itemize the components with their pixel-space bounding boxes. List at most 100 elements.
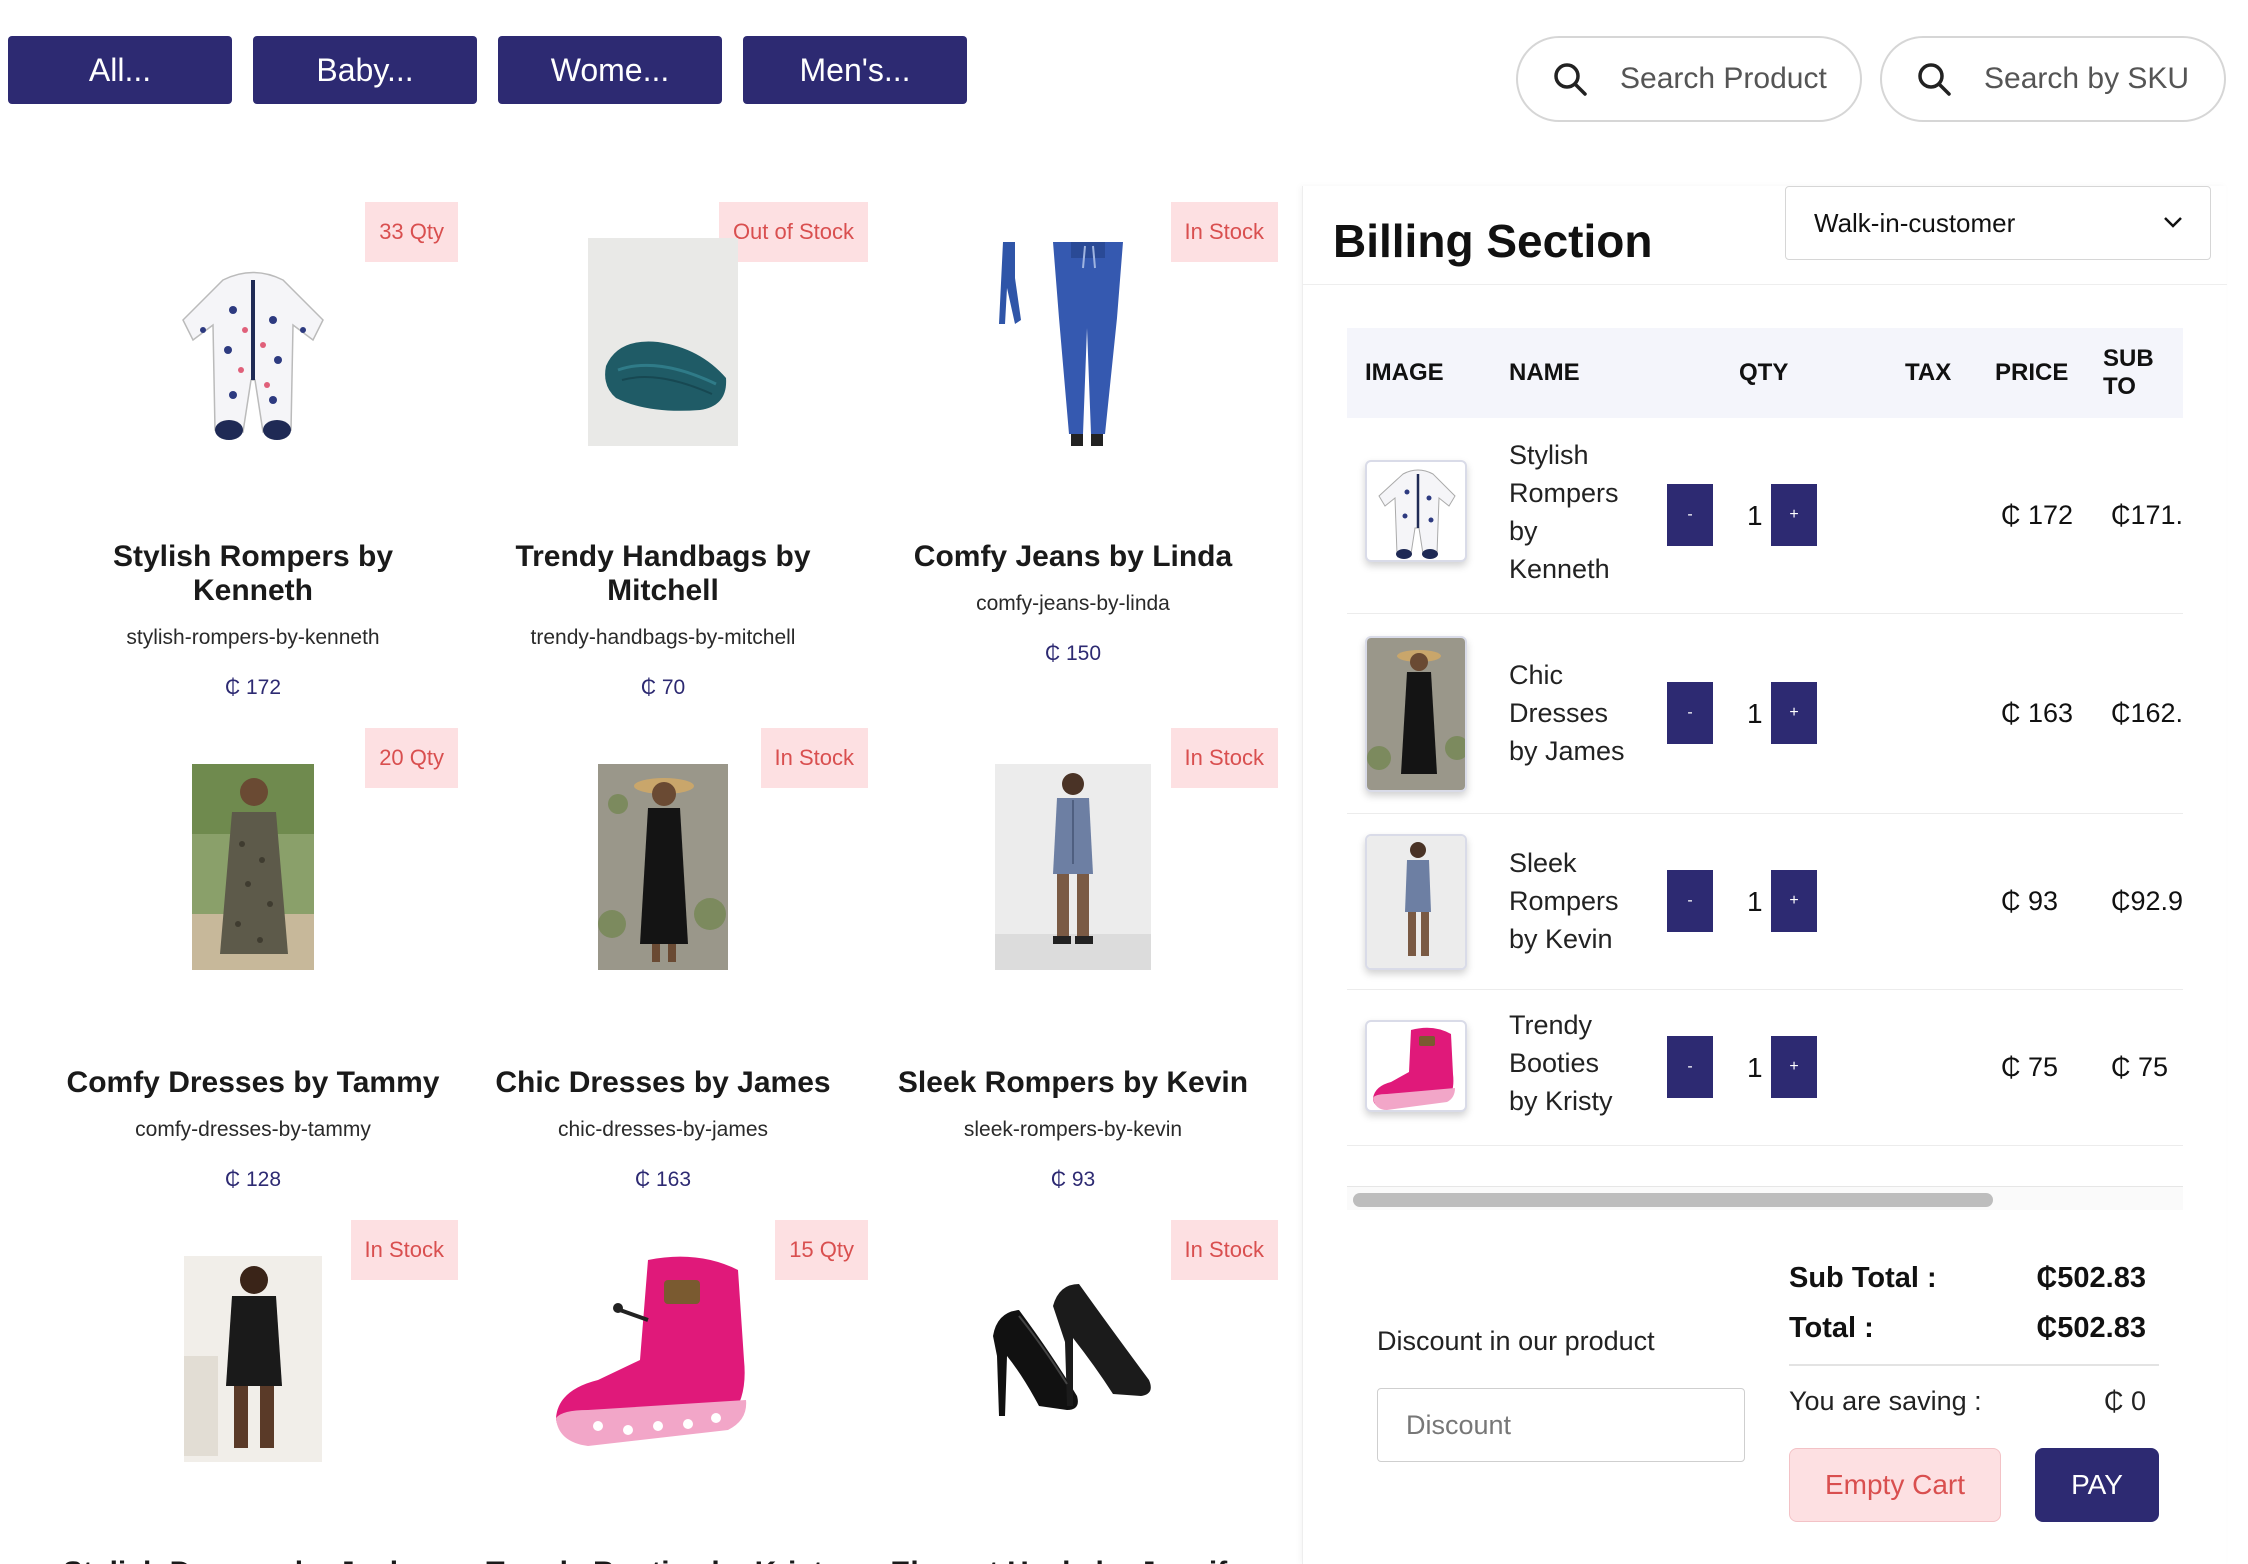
search-product-placeholder: Search Product	[1620, 62, 1827, 95]
category-tab-all[interactable]: All...	[8, 36, 232, 104]
product-slug: comfy-dresses-by-tammy	[135, 1118, 371, 1141]
product-title-line1: Stylish Rompers by	[112, 540, 394, 573]
product-card[interactable]: In Stock Sleek Rompers by Kevin sleek-ro…	[868, 728, 1278, 1198]
stock-badge: In Stock	[1170, 202, 1278, 262]
product-card[interactable]: 20 Qty Comfy Dresses by Tammy comfy-dres…	[48, 728, 458, 1198]
cart-table: IMAGE NAME QTY TAX PRICE SUB TO Stylish R…	[1347, 328, 2183, 1206]
product-image	[598, 764, 728, 970]
product-card[interactable]: In Stock Elegant Heels by Jennifer	[868, 1220, 1278, 1564]
product-title-line2: Kenneth	[193, 574, 313, 607]
qty-decrease-button[interactable]: -	[1667, 682, 1713, 744]
cart-item-name: Chic Dresses by James	[1509, 660, 1625, 766]
stock-badge: 20 Qty	[365, 728, 458, 788]
empty-cart-button[interactable]: Empty Cart	[1789, 1448, 2001, 1522]
chevron-down-icon	[2164, 217, 2182, 228]
product-slug: chic-dresses-by-james	[557, 1118, 769, 1141]
subtotal-value: ₵502.83	[2036, 1262, 2146, 1294]
product-price: ₵ 128	[224, 1168, 282, 1191]
qty-value: 1	[1747, 500, 1763, 531]
product-slug: trendy-handbags-by-mitchell	[530, 626, 796, 649]
product-price: ₵ 93	[1050, 1168, 1096, 1191]
cart-row: SleekRompersby Kevin - 1 + ₵ 93 ₵92.92	[1347, 814, 2183, 990]
product-title-line1: Comfy Dresses by Tammy	[66, 1066, 440, 1099]
customer-select-value: Walk-in-customer	[1814, 207, 2016, 238]
qty-increase-button[interactable]: +	[1771, 1036, 1817, 1098]
product-card[interactable]: Out of Stock Trendy Handbags by Mitchell…	[458, 202, 868, 699]
qty-decrease-button[interactable]: -	[1667, 870, 1713, 932]
product-image	[163, 260, 343, 450]
category-tab-baby[interactable]: Baby...	[253, 36, 477, 104]
qty-increase-button[interactable]: +	[1771, 682, 1817, 744]
stock-badge: 15 Qty	[775, 1220, 868, 1280]
cart-item-image	[1365, 636, 1467, 792]
col-price: PRICE	[1995, 359, 2069, 386]
col-qty: QTY	[1739, 359, 1789, 386]
qty-decrease-button[interactable]: -	[1667, 484, 1713, 546]
stock-badge: In Stock	[760, 728, 868, 788]
cart-item-price: ₵ 163	[2001, 698, 2074, 728]
product-image	[993, 238, 1153, 450]
qty-value: 1	[1747, 886, 1763, 917]
col-image: IMAGE	[1365, 359, 1444, 386]
product-image	[995, 764, 1151, 970]
product-image	[983, 1276, 1163, 1436]
stock-badge: In Stock	[1170, 1220, 1278, 1280]
product-image	[588, 238, 738, 446]
search-product-input[interactable]: Search Product	[1516, 36, 1862, 122]
pay-button[interactable]: PAY	[2035, 1448, 2159, 1522]
cart-row: ChicDressesby James - 1 + ₵ 163 ₵162.9	[1347, 614, 2183, 814]
product-price: ₵ 172	[224, 676, 282, 699]
stock-badge: In Stock	[350, 1220, 458, 1280]
cart-item-price: ₵ 75	[2001, 1052, 2059, 1082]
cart-item-name: Stylish Rompers by Kenneth	[1509, 440, 1619, 584]
product-card[interactable]: 33 Qty Stylish Rompers by Kenneth stylis…	[48, 202, 458, 699]
product-card[interactable]: In Stock Stylish Dresses by Joshua	[48, 1220, 458, 1564]
cart-item-price: ₵ 93	[2001, 886, 2059, 916]
cart-item-price: ₵ 172	[2001, 500, 2074, 530]
cart-item-name: Trendy Booties by Kristy	[1509, 1010, 1613, 1116]
product-slug: sleek-rompers-by-kevin	[963, 1118, 1183, 1141]
cart-item-subtotal: ₵ 75	[2111, 1052, 2169, 1082]
product-title-line1: Stylish Dresses by Joshua	[48, 1556, 458, 1564]
category-tab-men[interactable]: Men's...	[743, 36, 967, 104]
stock-badge: In Stock	[1170, 728, 1278, 788]
total-label: Total :	[1789, 1312, 1874, 1344]
saving-label: You are saving :	[1789, 1386, 1982, 1416]
product-title-line1: Sleek Rompers by Kevin	[897, 1066, 1249, 1099]
cart-horizontal-scrollbar[interactable]	[1347, 1186, 2183, 1210]
product-title-line1: Elegant Heels by Jennifer	[868, 1556, 1278, 1564]
product-slug: comfy-jeans-by-linda	[976, 592, 1170, 615]
product-image	[184, 1256, 322, 1462]
product-title-line1: Trendy Handbags by	[515, 540, 811, 573]
totals-divider	[1789, 1364, 2159, 1366]
billing-divider	[1303, 284, 2227, 285]
search-sku-input[interactable]: Search by SKU	[1880, 36, 2226, 122]
product-image	[192, 764, 314, 970]
cart-item-subtotal: ₵171.5	[2111, 500, 2183, 530]
product-title-line1: Comfy Jeans by Linda	[913, 540, 1233, 573]
cart-item-subtotal: ₵162.9	[2111, 698, 2183, 728]
product-card[interactable]: In Stock Comfy Jeans by Linda comfy-jean…	[868, 202, 1278, 672]
discount-input[interactable]	[1377, 1388, 1745, 1462]
qty-decrease-button[interactable]: -	[1667, 1036, 1713, 1098]
product-card[interactable]: In Stock Chic Dresses by James chic-dres…	[458, 728, 868, 1198]
product-slug: stylish-rompers-by-kenneth	[126, 626, 380, 649]
cart-row: Trendy Booties by Kristy - 1 + ₵ 75 ₵ 75	[1347, 990, 2183, 1146]
product-card[interactable]: 15 Qty Trendy Booties by Kristy	[458, 1220, 868, 1564]
product-title-line1: Chic Dresses by James	[495, 1066, 831, 1099]
cart-row: Stylish Rompers by Kenneth - 1 + ₵ 172 ₵171…	[1347, 418, 2183, 614]
col-tax: TAX	[1905, 359, 1952, 386]
search-icon	[1554, 63, 1587, 96]
qty-increase-button[interactable]: +	[1771, 484, 1817, 546]
qty-increase-button[interactable]: +	[1771, 870, 1817, 932]
billing-panel: Billing Section Walk-in-customer IMAGE N…	[1302, 186, 2227, 1564]
product-title-line1: Trendy Booties by Kristy	[458, 1556, 868, 1564]
customer-select[interactable]: Walk-in-customer	[1785, 186, 2211, 260]
cart-item-subtotal: ₵92.92	[2111, 886, 2183, 916]
qty-value: 1	[1747, 1052, 1763, 1083]
stock-badge: Out of Stock	[718, 202, 868, 262]
scrollbar-thumb[interactable]	[1353, 1193, 1993, 1207]
product-image	[548, 1250, 778, 1470]
category-tab-women[interactable]: Wome...	[498, 36, 722, 104]
subtotal-label: Sub Total :	[1789, 1262, 1937, 1294]
